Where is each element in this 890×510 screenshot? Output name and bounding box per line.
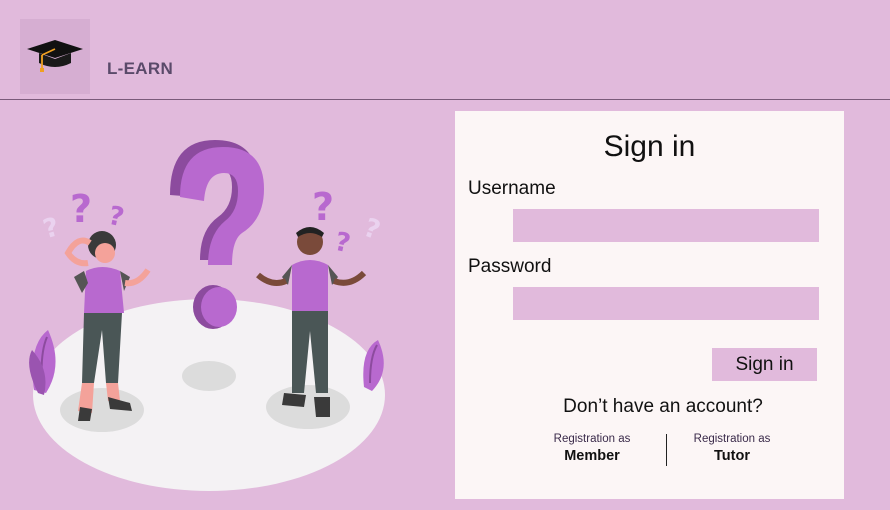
no-account-text: Don’t have an account? — [563, 396, 763, 417]
register-member-label: Member — [564, 448, 620, 464]
shadow-right — [266, 385, 350, 429]
brand-name: L-EARN — [107, 59, 174, 78]
question-mark-icon: ? — [70, 187, 92, 231]
signin-title: Sign in — [603, 130, 696, 163]
username-input[interactable] — [513, 209, 819, 242]
register-member-link[interactable]: Registration as Member — [527, 433, 657, 464]
header: L-EARN — [0, 0, 890, 100]
logo[interactable] — [20, 19, 90, 94]
register-tutor-caption: Registration as — [693, 433, 771, 445]
question-mark-icon: ? — [312, 185, 334, 229]
username-label: Username — [468, 178, 556, 199]
question-mark-icon: ? — [106, 201, 127, 233]
question-mark-icon: ? — [332, 227, 353, 259]
shadow-center — [182, 361, 236, 391]
graduation-cap-icon — [27, 40, 83, 72]
signin-panel: Sign in Username Password Sign in Don’t … — [455, 111, 844, 499]
password-label: Password — [468, 256, 552, 277]
password-input[interactable] — [513, 287, 819, 320]
confused-people-illustration: ? ? ? ? ? ? — [20, 125, 400, 505]
register-tutor-label: Tutor — [714, 448, 750, 464]
question-mark-icon: ? — [360, 213, 384, 246]
page: L-EARN ? ? ? ? ? ? Sign in Username Pass… — [0, 0, 890, 510]
register-member-caption: Registration as — [553, 433, 631, 445]
signin-button[interactable]: Sign in — [712, 348, 817, 381]
register-tutor-link[interactable]: Registration as Tutor — [667, 433, 797, 464]
question-mark-icon: ? — [40, 212, 62, 245]
